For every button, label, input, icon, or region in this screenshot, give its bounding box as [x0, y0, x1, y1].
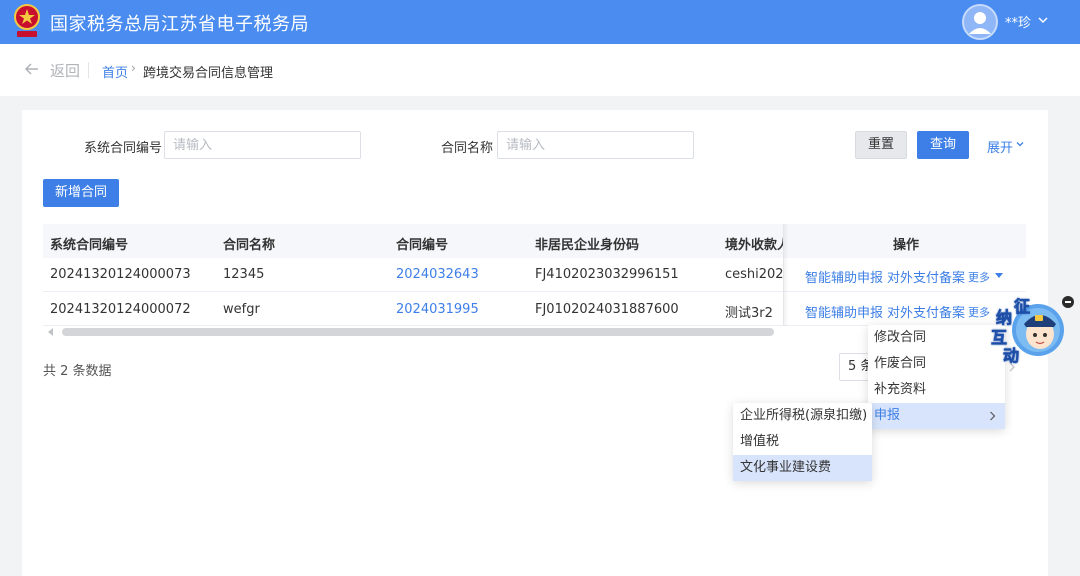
declare-submenu: 企业所得税(源泉扣缴) 增值税 文化事业建设费: [733, 403, 872, 481]
smart-assist-declare-link[interactable]: 智能辅助申报: [805, 267, 883, 286]
cell-contract-no-link[interactable]: 2024032643: [396, 267, 479, 282]
caret-down-icon[interactable]: [995, 273, 1003, 279]
column-header-contract-no: 合同编号: [396, 238, 449, 253]
breadcrumb-home[interactable]: 首页: [102, 62, 128, 81]
column-header-nonresident-id: 非居民企业身份码: [535, 238, 640, 253]
back-arrow-icon[interactable]: [24, 61, 40, 77]
cell-payee: 测试3r2: [725, 306, 773, 321]
total-count: 共 2 条数据: [43, 364, 112, 379]
cell-sys-contract-no: 20241320124000073: [50, 267, 191, 282]
more-link[interactable]: 更多: [968, 269, 990, 285]
menu-item-void-contract[interactable]: 作废合同: [868, 351, 1005, 377]
cell-sys-contract-no: 20241320124000072: [50, 302, 191, 317]
payment-record-link[interactable]: 对外支付备案: [887, 302, 965, 321]
user-avatar[interactable]: [962, 4, 998, 40]
column-header-sys-contract-no: 系统合同编号: [50, 238, 129, 253]
more-link[interactable]: 更多: [968, 304, 990, 320]
cell-contract-name: 12345: [223, 267, 265, 282]
chevron-down-icon[interactable]: [1037, 14, 1049, 26]
user-name[interactable]: **珍: [1005, 12, 1031, 31]
back-button[interactable]: 返回: [50, 60, 80, 81]
cell-nonresident-id: FJ4102023032996151: [535, 267, 679, 282]
reset-button[interactable]: 重置: [855, 131, 907, 159]
contract-name-input[interactable]: [497, 131, 694, 159]
submenu-item-culture-fee[interactable]: 文化事业建设费: [733, 455, 872, 481]
submenu-item-cit-withholding[interactable]: 企业所得税(源泉扣缴): [733, 403, 872, 429]
breadcrumb-bar: 返回 首页 › 跨境交易合同信息管理: [0, 44, 1080, 96]
cell-contract-name: wefgr: [223, 302, 260, 317]
mascot-text: 征: [1014, 297, 1031, 317]
top-header: 国家税务总局江苏省电子税务局 **珍: [0, 0, 1080, 44]
more-dropdown-menu: 修改合同 作废合同 补充资料 申报: [868, 325, 1005, 429]
add-contract-button[interactable]: 新增合同: [43, 179, 119, 207]
tax-bureau-emblem-icon: [14, 4, 40, 37]
expand-filters-link[interactable]: 展开: [987, 137, 1013, 156]
horizontal-scrollbar[interactable]: [62, 328, 774, 336]
sys-contract-no-label: 系统合同编号: [84, 141, 163, 156]
column-header-contract-name: 合同名称: [223, 238, 276, 253]
sys-contract-no-input[interactable]: [164, 131, 361, 159]
mascot-text: 动: [1003, 346, 1020, 366]
scroll-left-icon[interactable]: [48, 328, 54, 336]
site-title: 国家税务总局江苏省电子税务局: [50, 14, 309, 35]
column-header-payee: 境外收款人: [725, 238, 783, 253]
menu-item-edit-contract[interactable]: 修改合同: [868, 325, 1005, 351]
breadcrumb-current: 跨境交易合同信息管理: [143, 66, 274, 81]
breadcrumb-separator: ›: [131, 61, 136, 75]
cell-payee: ceshi2023: [725, 267, 783, 282]
payment-record-link[interactable]: 对外支付备案: [887, 267, 965, 286]
menu-item-supplement[interactable]: 补充资料: [868, 377, 1005, 403]
cell-nonresident-id: FJ0102024031887600: [535, 302, 679, 317]
menu-item-declare[interactable]: 申报: [868, 403, 1005, 429]
close-mascot-icon[interactable]: [1062, 296, 1074, 308]
chevron-right-icon: [990, 411, 996, 421]
fixed-column-divider: [783, 224, 784, 326]
submenu-item-vat[interactable]: 增值税: [733, 429, 872, 455]
chevron-down-icon[interactable]: [1015, 139, 1025, 149]
contract-name-label: 合同名称: [441, 141, 494, 156]
user-icon: [969, 12, 991, 34]
column-header-operation: 操作: [893, 238, 920, 253]
cell-contract-no-link[interactable]: 2024031995: [396, 302, 479, 317]
smart-assist-declare-link[interactable]: 智能辅助申报: [805, 302, 883, 321]
divider: [88, 62, 89, 78]
query-button[interactable]: 查询: [917, 131, 969, 159]
